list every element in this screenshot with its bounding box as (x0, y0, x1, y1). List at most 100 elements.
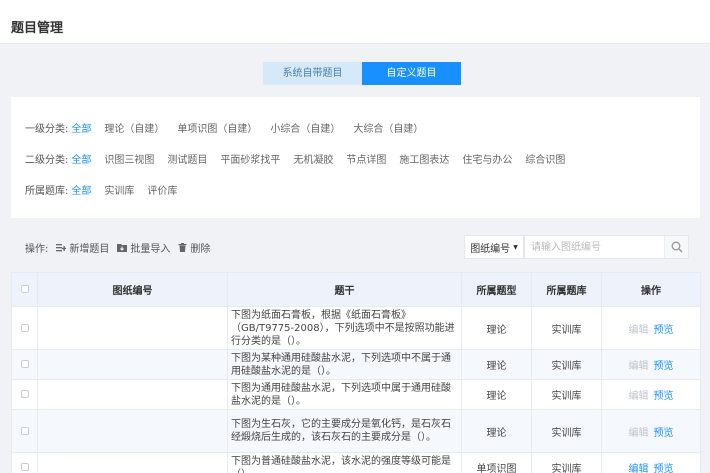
filter-option[interactable]: 无机凝胶 (293, 151, 333, 166)
question-source-tabs: 系统自带题目 自定义题目 (263, 62, 461, 85)
column-header[interactable]: 题干 (227, 272, 462, 307)
table-row: 下图为纸面石膏板，根据《纸面石膏板》（GB/T9775-2008），下列选项中不… (11, 306, 701, 350)
column-header[interactable]: 图纸编号 (37, 272, 228, 307)
row-checkbox[interactable] (20, 360, 29, 368)
preview-button[interactable]: 预览 (654, 464, 674, 473)
filter-option[interactable]: 评价库 (147, 182, 177, 197)
filter-label: 二级分类: (25, 155, 69, 166)
filter-row-level1: 一级分类: 全部 理论（自建） 单项识图（自建） 小综合（自建） 大综合（自建） (25, 120, 436, 135)
filter-label: 一级分类: (25, 124, 69, 135)
question-bank-cell: 实训库 (531, 379, 602, 410)
filter-option[interactable]: 识图三视图 (104, 151, 154, 166)
filter-label: 所属题库: (25, 186, 69, 197)
question-stem-cell: 下图为普通硅酸盐水泥，该水泥的强度等级可能是（） (227, 452, 462, 473)
questions-table: 图纸编号 题干 所属题型 所属题库 操作 下图为纸面石膏板，根据《纸面石膏板》（… (11, 272, 701, 473)
filter-panel: 一级分类: 全部 理论（自建） 单项识图（自建） 小综合（自建） 大综合（自建）… (11, 97, 700, 218)
actions-cell: 编辑 预览 (601, 306, 701, 350)
edit-button[interactable]: 编辑 (629, 464, 649, 473)
folder-icon (117, 244, 128, 252)
table-header-row: 图纸编号 题干 所属题型 所属题库 操作 (11, 272, 701, 307)
search-icon (671, 241, 682, 253)
question-stem-cell: 下图为通用硅酸盐水泥，下列选项中属于通用硅酸盐水泥的是（）。 (227, 379, 462, 410)
question-type-cell: 理论 (461, 349, 532, 380)
filter-option[interactable]: 综合识图 (525, 151, 565, 166)
question-type-cell: 理论 (461, 379, 532, 410)
filter-row-bank: 所属题库: 全部 实训库 评价库 (25, 182, 190, 197)
preview-button[interactable]: 预览 (654, 361, 674, 372)
caret-down-icon: ▼ (513, 243, 518, 251)
filter-option[interactable]: 住宅与办公 (462, 151, 512, 166)
add-list-icon (56, 244, 67, 252)
page-header: 题目管理 (0, 0, 710, 44)
add-question-label: 新增题目 (69, 244, 110, 255)
tab-system-questions[interactable]: 系统自带题目 (263, 62, 362, 85)
question-bank-cell: 实训库 (531, 349, 602, 380)
table-row: 下图为生石灰，它的主要成分是氧化钙，是石灰石经煅烧后生成的，该石灰石的主要成分是… (11, 409, 701, 453)
filter-option[interactable]: 全部 (71, 151, 91, 166)
question-bank-cell: 实训库 (531, 452, 602, 473)
question-stem-cell: 下图为某种通用硅酸盐水泥，下列选项中不属于通用硅酸盐水泥的是（）。 (227, 349, 462, 380)
filter-option[interactable]: 全部 (71, 120, 91, 135)
filter-row-level2: 二级分类: 全部 识图三视图 测试题目 平面砂浆找平 无机凝胶 节点详图 施工图… (25, 151, 578, 166)
filter-option[interactable]: 单项识图（自建） (177, 120, 257, 135)
column-header[interactable]: 所属题库 (531, 272, 602, 307)
search-button[interactable] (664, 236, 688, 258)
actions-cell: 编辑 预览 (601, 409, 701, 453)
question-bank-cell: 实训库 (531, 409, 602, 453)
edit-button[interactable]: 编辑 (629, 361, 649, 372)
question-type-cell: 理论 (461, 306, 532, 350)
toolbar: 操作: 新增题目 批量导入 删除 图纸编号 ▼ (11, 233, 700, 261)
question-stem-cell: 下图为纸面石膏板，根据《纸面石膏板》（GB/T9775-2008），下列选项中不… (227, 306, 462, 350)
search-field-value: 图纸编号 (470, 243, 511, 255)
delete-button[interactable]: 删除 (178, 240, 210, 255)
preview-button[interactable]: 预览 (654, 325, 674, 336)
drawing-code-cell (37, 349, 228, 380)
filter-option[interactable]: 实训库 (104, 182, 134, 197)
actions-cell: 编辑 预览 (601, 452, 701, 473)
batch-import-button[interactable]: 批量导入 (117, 240, 170, 255)
row-checkbox[interactable] (20, 426, 29, 435)
operations-label: 操作: (25, 244, 49, 255)
preview-button[interactable]: 预览 (654, 391, 674, 402)
filter-option[interactable]: 测试题目 (167, 151, 207, 166)
question-type-cell: 理论 (461, 409, 532, 453)
table-row: 下图为普通硅酸盐水泥，该水泥的强度等级可能是（） 单项识图 实训库 编辑预览 (11, 452, 701, 473)
select-all-cell (11, 272, 38, 307)
filter-option[interactable]: 施工图表达 (399, 151, 449, 166)
question-bank-cell: 实训库 (531, 306, 602, 350)
drawing-code-cell (37, 306, 228, 350)
trash-icon (178, 243, 187, 252)
tab-custom-questions[interactable]: 自定义题目 (362, 62, 461, 85)
search-input[interactable] (525, 236, 664, 258)
edit-button[interactable]: 编辑 (629, 428, 649, 439)
filter-option[interactable]: 平面砂浆找平 (220, 151, 280, 166)
row-checkbox[interactable] (20, 390, 29, 398)
filter-option[interactable]: 大综合（自建） (353, 120, 423, 135)
actions-cell: 编辑 预览 (601, 349, 701, 380)
row-checkbox[interactable] (20, 323, 29, 332)
edit-button[interactable]: 编辑 (629, 325, 649, 336)
operations-group: 操作: 新增题目 批量导入 删除 (25, 240, 210, 255)
table-row: 下图为某种通用硅酸盐水泥，下列选项中不属于通用硅酸盐水泥的是（）。 理论 实训库… (11, 349, 701, 380)
search-field-select[interactable]: 图纸编号 ▼ (464, 235, 524, 259)
filter-option[interactable]: 理论（自建） (104, 120, 164, 135)
drawing-code-cell (37, 409, 228, 453)
filter-option[interactable]: 节点详图 (346, 151, 386, 166)
row-checkbox[interactable] (20, 463, 29, 471)
drawing-code-cell (37, 379, 228, 410)
add-question-button[interactable]: 新增题目 (56, 240, 109, 255)
table-row: 下图为通用硅酸盐水泥，下列选项中属于通用硅酸盐水泥的是（）。 理论 实训库 编辑… (11, 379, 701, 410)
edit-button[interactable]: 编辑 (629, 391, 649, 402)
page-title: 题目管理 (11, 21, 64, 36)
column-header[interactable]: 所属题型 (461, 272, 532, 307)
drawing-code-cell (37, 452, 228, 473)
delete-label: 删除 (190, 244, 211, 255)
select-all-checkbox[interactable] (20, 285, 29, 293)
question-stem-cell: 下图为生石灰，它的主要成分是氧化钙，是石灰石经煅烧后生成的，该石灰石的主要成分是… (227, 409, 462, 453)
preview-button[interactable]: 预览 (654, 428, 674, 439)
search-box (524, 235, 689, 259)
filter-option[interactable]: 小综合（自建） (270, 120, 340, 135)
actions-cell: 编辑 预览 (601, 379, 701, 410)
column-header: 操作 (601, 272, 701, 307)
filter-option[interactable]: 全部 (71, 182, 91, 197)
